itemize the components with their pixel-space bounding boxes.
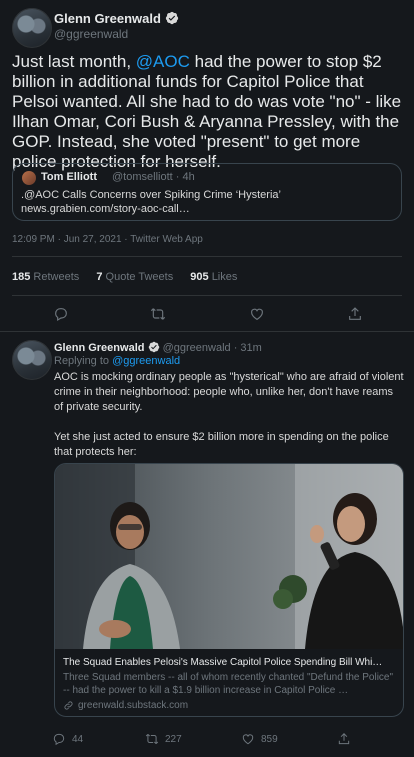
retweet-icon [150, 308, 166, 320]
like-icon [251, 308, 263, 320]
replying-to-link[interactable]: @ggreenwald [112, 355, 180, 367]
retweet-button[interactable]: 227 [145, 732, 182, 746]
card-domain-text: greenwald.substack.com [78, 700, 189, 711]
quotes-count: 7 [96, 271, 103, 283]
author-name[interactable]: Glenn Greenwald [54, 11, 161, 26]
card-photo [55, 464, 403, 649]
link-icon [64, 701, 73, 710]
quote-text: .@AOC Calls Concerns over Spiking Crime … [21, 189, 281, 215]
like-count: 859 [261, 733, 278, 745]
card-domain: greenwald.substack.com [63, 700, 188, 711]
likes-count: 905 [190, 271, 209, 283]
share-button[interactable] [337, 732, 351, 746]
quote-author-handle: @tomselliott · 4h [112, 171, 195, 183]
tweet-timestamp[interactable]: 12:09 PM · Jun 27, 2021 · Twitter Web Ap… [12, 234, 203, 245]
like-button[interactable]: 859 [241, 732, 278, 746]
reply-button[interactable] [53, 306, 69, 322]
mention-link[interactable]: @AOC [136, 52, 190, 71]
likes-stat[interactable]: 905 Likes [190, 271, 237, 283]
quotes-label: Quote Tweets [105, 271, 174, 283]
like-button[interactable] [249, 306, 265, 322]
retweet-icon [145, 733, 159, 745]
retweet-button[interactable] [150, 306, 166, 322]
author-name-row[interactable]: Glenn Greenwald [54, 11, 179, 26]
reply-author-handle[interactable]: @ggreenwald · 31m [163, 342, 262, 354]
reply-author-row: Glenn Greenwald @ggreenwald · 31m [54, 341, 262, 354]
replying-to: Replying to @ggreenwald [54, 355, 180, 367]
tweet-text: Just last month, @AOC had the power to s… [12, 52, 408, 172]
share-button[interactable] [347, 306, 363, 322]
reply-text: AOC is mocking ordinary people as "hyste… [54, 371, 404, 458]
retweet-count: 227 [165, 733, 182, 745]
divider [12, 256, 402, 257]
reply-icon [53, 733, 65, 746]
reply-tweet[interactable]: Glenn Greenwald @ggreenwald · 31m Replyi… [0, 332, 414, 757]
quote-author-name: Tom Elliott [41, 171, 98, 183]
quoted-tweet[interactable]: Tom Elliott @tomselliott · 4h .@AOC Call… [12, 163, 402, 221]
reply-count: 44 [72, 733, 84, 745]
link-card[interactable]: The Squad Enables Pelosi's Massive Capit… [54, 463, 404, 717]
divider [12, 295, 402, 296]
verified-badge-icon [165, 11, 178, 25]
card-image [55, 464, 403, 649]
reply-author-name[interactable]: Glenn Greenwald [54, 342, 144, 354]
retweets-stat[interactable]: 185 Retweets [12, 271, 79, 283]
likes-label: Likes [211, 271, 238, 283]
reply-button[interactable]: 44 [52, 732, 83, 746]
retweets-label: Retweets [33, 271, 80, 283]
tweet-text-part1: Just last month, [12, 52, 136, 71]
action-bar [0, 306, 414, 326]
reply-icon [55, 308, 67, 322]
verified-badge-icon [148, 341, 159, 353]
main-tweet: Glenn Greenwald @ggreenwald Just last mo… [0, 0, 414, 322]
retweets-count: 185 [12, 271, 31, 283]
share-icon [338, 733, 350, 745]
replying-to-label: Replying to [54, 355, 113, 367]
card-description: Three Squad members -- all of whom recen… [63, 672, 394, 696]
quote-avatar [22, 171, 36, 185]
tweet-stats: 185 Retweets 7 Quote Tweets 905 Likes [12, 271, 237, 283]
card-title: The Squad Enables Pelosi's Massive Capit… [63, 657, 383, 668]
avatar[interactable] [12, 340, 52, 380]
reply-action-bar: 44 227 859 [0, 732, 414, 752]
avatar[interactable] [12, 8, 52, 48]
like-icon [242, 734, 254, 745]
author-handle[interactable]: @ggreenwald [54, 27, 128, 41]
quotes-stat[interactable]: 7 Quote Tweets [96, 271, 173, 283]
share-icon [349, 307, 361, 320]
